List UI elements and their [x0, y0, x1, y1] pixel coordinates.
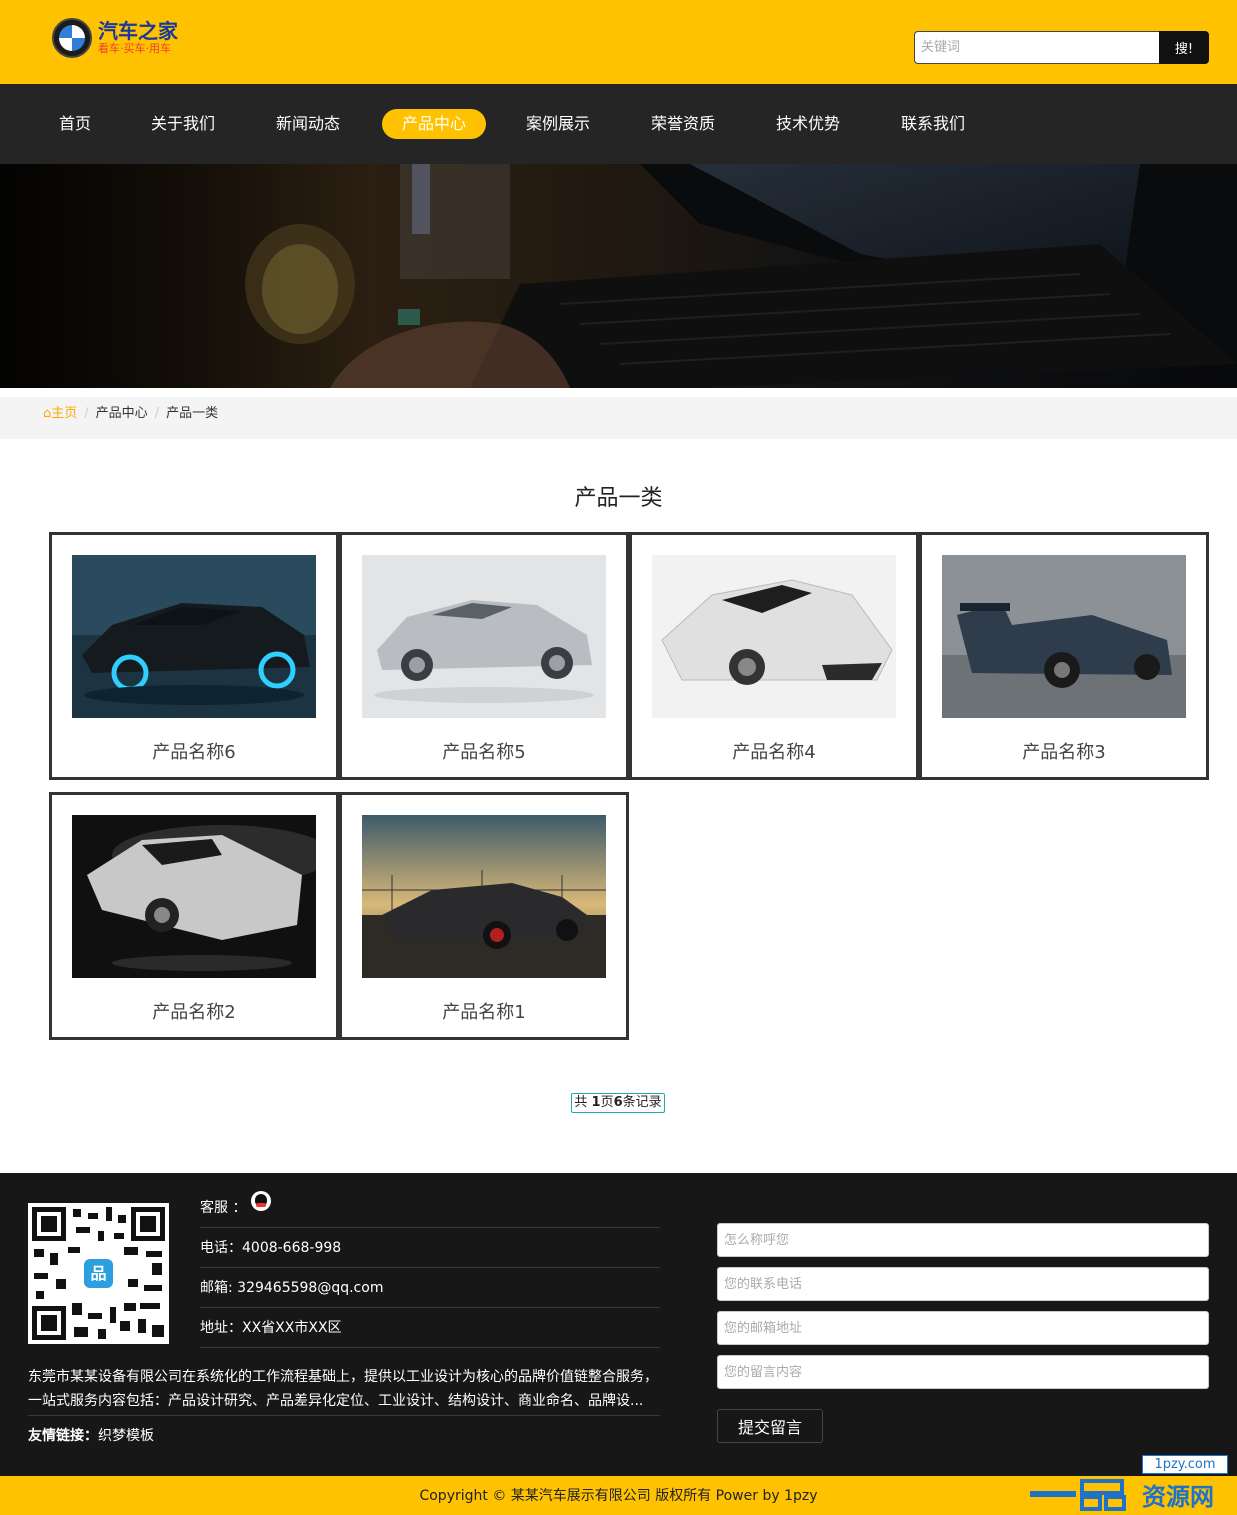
- email-input[interactable]: [717, 1311, 1209, 1345]
- message-input[interactable]: [717, 1355, 1209, 1389]
- product-name[interactable]: 产品名称6: [52, 738, 336, 764]
- product-image[interactable]: [942, 555, 1186, 718]
- logo-title: 汽车之家: [98, 19, 178, 43]
- breadcrumb-home[interactable]: ⌂主页: [43, 406, 77, 421]
- nav-item-cases[interactable]: 案例展示: [515, 109, 601, 139]
- nav-item-contact[interactable]: 联系我们: [890, 109, 976, 139]
- product-card[interactable]: 产品名称4: [629, 532, 919, 780]
- breadcrumb-item-current: 产品一类: [166, 406, 219, 421]
- product-name[interactable]: 产品名称2: [52, 998, 336, 1024]
- page-title: 产品一类: [574, 486, 663, 511]
- banner-image: [0, 164, 1237, 388]
- nav-item-honors[interactable]: 荣誉资质: [640, 109, 726, 139]
- main-nav: 首页 关于我们 新闻动态 产品中心 案例展示 荣誉资质 技术优势 联系我们: [0, 84, 1237, 164]
- contact-address: 地址：XX省XX市XX区: [200, 1308, 660, 1348]
- search-button[interactable]: 搜!: [1159, 31, 1209, 64]
- search-box: 搜!: [914, 31, 1209, 64]
- watermark-url: 1pzy.com: [1142, 1455, 1228, 1474]
- search-input[interactable]: [914, 31, 1159, 64]
- product-name[interactable]: 产品名称4: [632, 738, 916, 764]
- product-image[interactable]: [72, 555, 316, 718]
- watermark-text: 资源网: [1142, 1483, 1214, 1511]
- phone-input[interactable]: [717, 1267, 1209, 1301]
- watermark: 1pzy.com 资源网: [1030, 1455, 1237, 1515]
- watermark-logo-icon: [1030, 1479, 1126, 1511]
- product-image[interactable]: [652, 555, 896, 718]
- header: 汽车之家 看车·买车·用车 搜!: [0, 0, 1237, 84]
- breadcrumb: ⌂主页 / 产品中心 / 产品一类: [0, 397, 1237, 439]
- breadcrumb-item-products[interactable]: 产品中心: [96, 406, 148, 421]
- product-card[interactable]: 产品名称2: [49, 792, 339, 1040]
- product-card[interactable]: 产品名称1: [339, 792, 629, 1040]
- nav-item-home[interactable]: 首页: [44, 109, 106, 139]
- footer: 品 客服 ： 电话：4008-668-998 邮箱: 329465598@qq.…: [0, 1173, 1237, 1476]
- friend-link[interactable]: 织梦模板: [98, 1428, 154, 1444]
- product-card[interactable]: 产品名称6: [49, 532, 339, 780]
- nav-item-products[interactable]: 产品中心: [382, 109, 486, 139]
- submit-message-button[interactable]: 提交留言: [717, 1409, 823, 1443]
- qq-icon[interactable]: [250, 1191, 271, 1211]
- logo-subtitle: 看车·买车·用车: [98, 42, 171, 55]
- name-input[interactable]: [717, 1223, 1209, 1257]
- product-image[interactable]: [362, 555, 606, 718]
- bmw-logo-icon: [52, 18, 92, 58]
- product-image[interactable]: [362, 815, 606, 978]
- product-card[interactable]: 产品名称3: [919, 532, 1209, 780]
- site-logo[interactable]: 汽车之家 看车·买车·用车: [52, 18, 178, 58]
- product-name[interactable]: 产品名称5: [342, 738, 626, 764]
- svg-text:品: 品: [90, 1264, 106, 1283]
- nav-item-news[interactable]: 新闻动态: [265, 109, 351, 139]
- contact-email: 邮箱: 329465598@qq.com: [200, 1268, 660, 1308]
- product-name[interactable]: 产品名称3: [922, 738, 1206, 764]
- product-name[interactable]: 产品名称1: [342, 998, 626, 1024]
- product-image[interactable]: [72, 815, 316, 978]
- pagination-info: 共 1页6条记录: [571, 1093, 665, 1113]
- contact-phone: 电话：4008-668-998: [200, 1228, 660, 1268]
- friend-links: 友情链接：织梦模板: [28, 1428, 154, 1444]
- product-card[interactable]: 产品名称5: [339, 532, 629, 780]
- company-intro: 东莞市某某设备有限公司在系统化的工作流程基础上，提供以工业设计为核心的品牌价值链…: [28, 1365, 660, 1416]
- nav-item-about[interactable]: 关于我们: [140, 109, 226, 139]
- contact-service: 客服 ：: [200, 1188, 660, 1228]
- qr-code: 品: [28, 1203, 169, 1344]
- nav-item-tech[interactable]: 技术优势: [765, 109, 851, 139]
